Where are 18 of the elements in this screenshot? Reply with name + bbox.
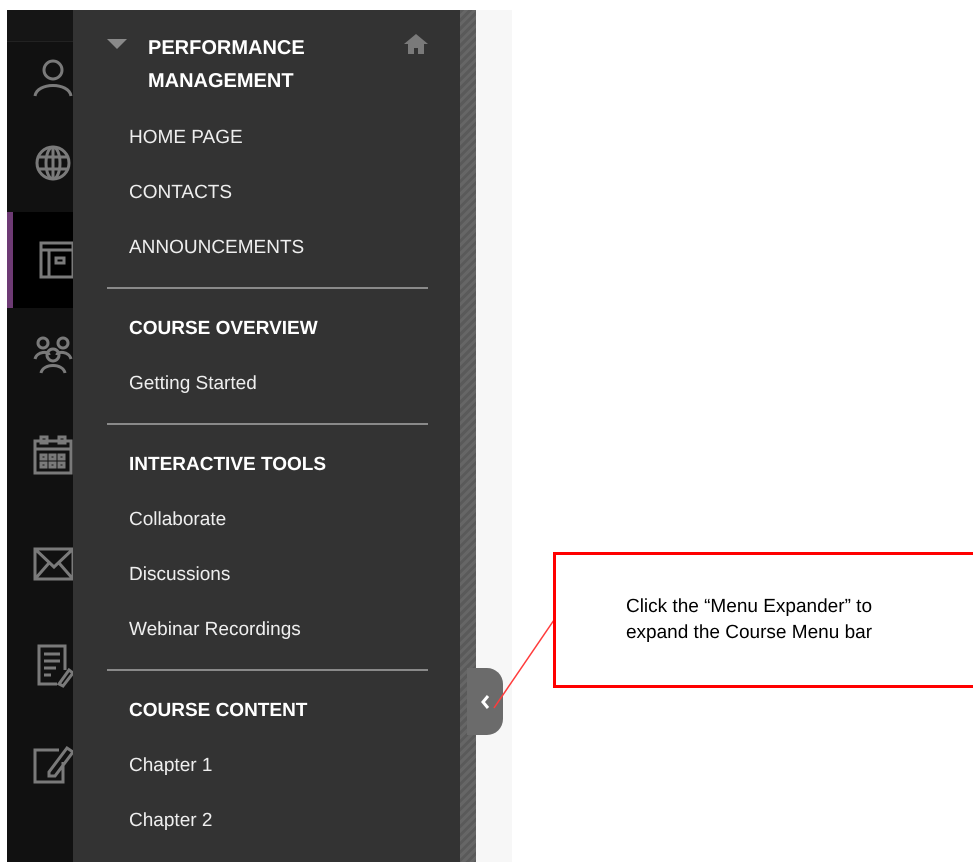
triangle-down-icon[interactable] bbox=[107, 39, 127, 51]
course-title: PERFORMANCE MANAGEMENT bbox=[148, 36, 306, 94]
menu-link[interactable]: Chapter 2 bbox=[107, 793, 428, 848]
menu-link[interactable]: Chapter 1 bbox=[107, 738, 428, 793]
home-icon[interactable] bbox=[404, 34, 428, 54]
chevron-left-icon bbox=[480, 694, 490, 710]
menu-link[interactable]: Getting Started bbox=[107, 356, 428, 411]
menu-link[interactable]: ANNOUNCEMENTS bbox=[107, 220, 428, 275]
section-heading: INTERACTIVE TOOLS bbox=[128, 453, 328, 477]
callout-text: Click the “Menu Expander” to expand the Course Menu bar bbox=[624, 595, 874, 645]
menu-link[interactable]: HOME PAGE bbox=[107, 110, 428, 165]
menu-link[interactable]: Discussions bbox=[107, 547, 428, 602]
menu-link[interactable]: Webinar Recordings bbox=[107, 602, 428, 657]
section-heading: COURSE OVERVIEW bbox=[128, 317, 319, 341]
menu-link[interactable]: CONTACTS bbox=[107, 165, 428, 220]
menu-expander-button[interactable] bbox=[467, 668, 503, 735]
section-heading: COURSE CONTENT bbox=[128, 699, 308, 723]
menu-link[interactable]: Collaborate bbox=[107, 492, 428, 547]
